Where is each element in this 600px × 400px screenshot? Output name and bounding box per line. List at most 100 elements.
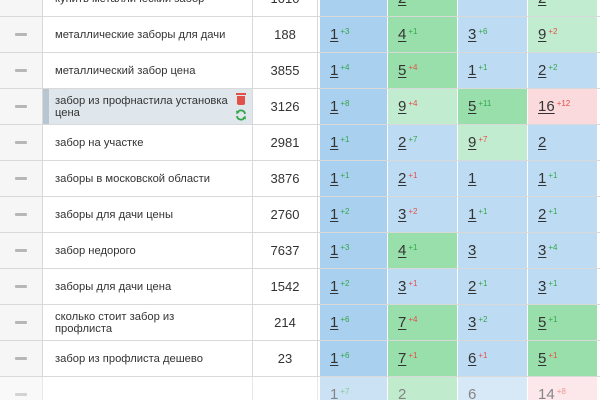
position-value[interactable]: 1 <box>330 98 338 115</box>
position-cell[interactable]: 3 +2 <box>458 305 528 340</box>
position-value[interactable]: 16 <box>538 98 555 115</box>
position-value[interactable]: 1 <box>330 242 338 259</box>
position-value[interactable]: 14 <box>538 386 555 400</box>
table-row[interactable]: заборы для дачи цена 1542 1 +2 3 +1 2 +1 3 +1 <box>0 269 600 305</box>
position-cell[interactable]: 1 +2 <box>318 197 388 232</box>
position-value[interactable]: 3 <box>538 278 546 295</box>
position-value[interactable]: 1 <box>330 26 338 43</box>
position-cell[interactable]: 3 +1 <box>388 269 458 304</box>
position-cell[interactable]: 1 +8 <box>318 89 388 124</box>
position-cell[interactable]: 2 <box>388 377 458 400</box>
position-cell[interactable]: 1 <box>458 161 528 196</box>
position-value[interactable]: 2 <box>398 386 406 400</box>
position-value[interactable]: 1 <box>330 278 338 295</box>
keyword-cell[interactable]: забор из профлиста дешево <box>43 341 253 376</box>
table-row[interactable]: забор недорого 7637 1 +3 4 +1 3 3 +4 <box>0 233 600 269</box>
position-value[interactable]: 1 <box>468 62 476 79</box>
position-value[interactable]: 3 <box>398 206 406 223</box>
position-cell[interactable]: 6 <box>458 377 528 400</box>
position-cell[interactable]: 2 <box>528 0 598 16</box>
keyword-cell[interactable]: заборы для дачи цена <box>43 269 253 304</box>
position-value[interactable]: 3 <box>398 278 406 295</box>
position-value[interactable]: 3 <box>468 314 476 331</box>
table-row[interactable]: заборы в московской области 3876 1 +1 2 +1 1 1 +… <box>0 161 600 197</box>
keyword-cell[interactable]: металлический забор цена <box>43 53 253 88</box>
table-row[interactable]: металлические заборы для дачи 188 1 +3 4 +1 3 +… <box>0 17 600 53</box>
position-cell[interactable]: 3 +1 <box>528 269 598 304</box>
position-value[interactable]: 2 <box>398 134 406 151</box>
position-cell[interactable]: 3 +2 <box>388 197 458 232</box>
table-row[interactable]: забор из профнастила установка цена 3126 1… <box>0 89 600 125</box>
table-row[interactable]: металлический забор цена 3855 1 +4 5 +4 1 +1 2 +2 <box>0 53 600 89</box>
keyword-cell[interactable]: заборы для дачи цены <box>43 197 253 232</box>
table-row[interactable]: купить металлический забор 1010 2 2 <box>0 0 600 17</box>
row-drag-handle[interactable] <box>0 161 43 196</box>
row-drag-handle[interactable] <box>0 341 43 376</box>
position-cell[interactable]: 4 +1 <box>388 233 458 268</box>
position-value[interactable]: 5 <box>538 314 546 331</box>
row-drag-handle[interactable] <box>0 17 43 52</box>
position-value[interactable]: 2 <box>538 0 546 7</box>
position-cell[interactable]: 2 +1 <box>458 269 528 304</box>
position-cell[interactable]: 1 +1 <box>318 125 388 160</box>
position-value[interactable]: 3 <box>538 242 546 259</box>
table-row[interactable]: забор на участке 2981 1 +1 2 +7 9 +7 2 <box>0 125 600 161</box>
position-cell[interactable]: 7 +4 <box>388 305 458 340</box>
position-cell[interactable]: 2 +7 <box>388 125 458 160</box>
position-value[interactable]: 1 <box>330 314 338 331</box>
position-cell[interactable]: 2 <box>388 0 458 16</box>
position-value[interactable]: 3 <box>468 242 476 259</box>
row-drag-handle[interactable] <box>0 269 43 304</box>
keyword-cell[interactable]: купить металлический забор <box>43 0 253 16</box>
keyword-cell[interactable]: металлические заборы для дачи <box>43 17 253 52</box>
position-value[interactable]: 3 <box>468 26 476 43</box>
position-value[interactable]: 9 <box>468 134 476 151</box>
position-cell[interactable] <box>458 0 528 16</box>
row-drag-handle[interactable] <box>0 0 43 16</box>
position-value[interactable]: 4 <box>398 242 406 259</box>
position-cell[interactable]: 1 +6 <box>318 305 388 340</box>
keyword-cell[interactable]: забор на участке <box>43 125 253 160</box>
refresh-icon[interactable] <box>235 109 247 121</box>
position-cell[interactable]: 3 <box>458 233 528 268</box>
keyword-cell[interactable] <box>43 377 253 400</box>
position-value[interactable]: 6 <box>468 386 476 400</box>
position-value[interactable]: 1 <box>330 170 338 187</box>
position-value[interactable]: 1 <box>468 206 476 223</box>
row-drag-handle[interactable] <box>0 377 43 400</box>
row-drag-handle[interactable] <box>0 89 43 124</box>
position-value[interactable]: 2 <box>468 278 476 295</box>
table-row[interactable]: заборы для дачи цены 2760 1 +2 3 +2 1 +1 2 +1 <box>0 197 600 233</box>
position-value[interactable]: 2 <box>538 206 546 223</box>
position-cell[interactable]: 5 +1 <box>528 305 598 340</box>
position-cell[interactable]: 2 +1 <box>388 161 458 196</box>
position-value[interactable]: 1 <box>330 134 338 151</box>
keyword-cell[interactable]: заборы в московской области <box>43 161 253 196</box>
position-value[interactable]: 7 <box>398 350 406 367</box>
position-value[interactable]: 2 <box>398 170 406 187</box>
position-cell[interactable]: 1 +7 <box>318 377 388 400</box>
position-cell[interactable]: 1 +6 <box>318 341 388 376</box>
position-cell[interactable]: 1 +3 <box>318 17 388 52</box>
position-cell[interactable]: 5 +1 <box>528 341 598 376</box>
position-cell[interactable]: 2 +1 <box>528 197 598 232</box>
position-value[interactable]: 1 <box>330 62 338 79</box>
position-value[interactable]: 6 <box>468 350 476 367</box>
position-cell[interactable] <box>318 0 388 16</box>
row-drag-handle[interactable] <box>0 233 43 268</box>
position-cell[interactable]: 1 +3 <box>318 233 388 268</box>
position-value[interactable]: 2 <box>538 62 546 79</box>
position-cell[interactable]: 1 +1 <box>458 53 528 88</box>
position-cell[interactable]: 16 +12 <box>528 89 598 124</box>
position-value[interactable]: 1 <box>538 170 546 187</box>
position-cell[interactable]: 1 +1 <box>458 197 528 232</box>
trash-icon[interactable] <box>236 93 246 105</box>
position-cell[interactable]: 14 +8 <box>528 377 598 400</box>
position-value[interactable]: 4 <box>398 26 406 43</box>
table-row[interactable]: забор из профлиста дешево 23 1 +6 7 +1 6 +1 5 +1 <box>0 341 600 377</box>
position-cell[interactable]: 7 +1 <box>388 341 458 376</box>
position-value[interactable]: 1 <box>330 350 338 367</box>
position-value[interactable]: 1 <box>330 206 338 223</box>
position-cell[interactable]: 2 +2 <box>528 53 598 88</box>
position-cell[interactable]: 3 +4 <box>528 233 598 268</box>
